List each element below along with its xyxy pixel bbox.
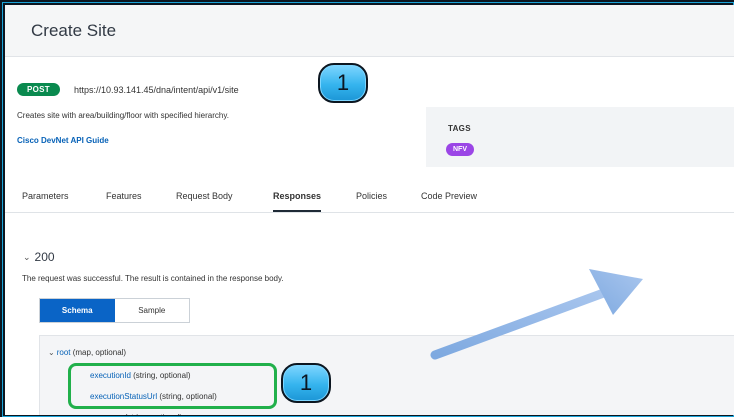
page-header: Create Site <box>5 5 734 57</box>
chevron-down-icon: ⌄ <box>23 251 31 262</box>
endpoint-url: https://10.93.141.45/dna/intent/api/v1/s… <box>73 84 239 95</box>
schema-button[interactable]: Schema <box>40 299 115 322</box>
endpoint-description: Creates site with area/building/floor wi… <box>17 111 229 120</box>
field-type: (string, optional) <box>122 413 182 415</box>
tag-chip-nfv[interactable]: NFV <box>446 143 474 156</box>
schema-field-row[interactable]: message (string, optional) <box>90 413 182 415</box>
tab-features[interactable]: Features <box>106 191 142 210</box>
tab-policies[interactable]: Policies <box>356 191 387 210</box>
schema-root-type: (map, optional) <box>70 348 127 357</box>
tags-label: TAGS <box>448 124 471 133</box>
tab-request-body[interactable]: Request Body <box>176 191 233 210</box>
tab-parameters[interactable]: Parameters <box>22 191 69 210</box>
chevron-down-icon: ⌄ <box>48 348 55 357</box>
sample-button[interactable]: Sample <box>115 299 190 322</box>
tab-bar: Parameters Features Request Body Respons… <box>5 185 734 213</box>
devnet-guide-link[interactable]: Cisco DevNet API Guide <box>17 136 109 145</box>
status-code: 200 <box>34 250 55 264</box>
method-badge: POST <box>17 83 60 96</box>
tags-panel: TAGS NFV <box>426 107 734 167</box>
highlight-annotation-box <box>68 363 277 409</box>
callout-marker-top: 1 <box>318 63 368 103</box>
arrow-annotation-icon <box>430 269 643 360</box>
schema-root-name: root <box>56 348 71 357</box>
schema-root-row[interactable]: ⌄ root (map, optional) <box>48 348 126 357</box>
callout-marker-bottom: 1 <box>281 363 331 403</box>
tab-code-preview[interactable]: Code Preview <box>421 191 477 210</box>
response-description: The request was successful. The result i… <box>22 274 284 283</box>
api-doc-panel: Create Site POST https://10.93.141.45/dn… <box>5 5 734 415</box>
tab-responses[interactable]: Responses <box>273 191 322 212</box>
field-name: message <box>90 413 122 415</box>
response-200-toggle[interactable]: ⌄ 200 <box>23 250 55 264</box>
page-title: Create Site <box>31 20 117 40</box>
schema-sample-toggle: Schema Sample <box>39 298 190 323</box>
endpoint-row: POST https://10.93.141.45/dna/intent/api… <box>17 83 239 96</box>
